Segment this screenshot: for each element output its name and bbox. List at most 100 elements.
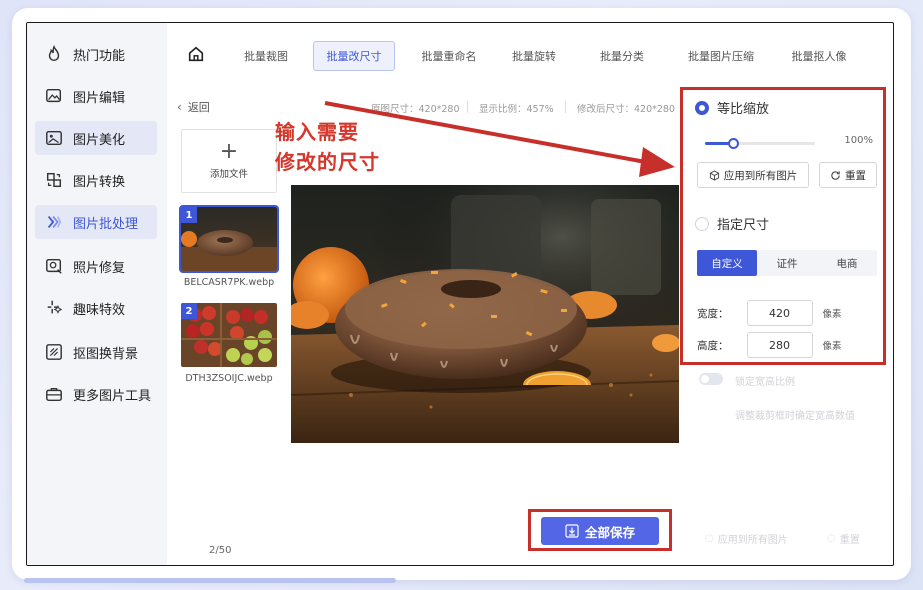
tab-batch-rotate[interactable]: 批量旋转	[503, 41, 565, 71]
tab-batch-resize[interactable]: 批量改尺寸	[313, 41, 395, 71]
thumbnail-number: 2	[181, 303, 197, 319]
sidebar-item-label: 抠图换背景	[73, 346, 139, 362]
tab-batch-rename[interactable]: 批量重命名	[411, 41, 487, 71]
cube-icon	[709, 169, 719, 181]
sidebar-item-cutout[interactable]: 抠图换背景	[35, 335, 157, 369]
plus-icon: +	[219, 139, 239, 164]
width-unit: 像素	[822, 309, 842, 320]
circle-icon: ◌	[705, 533, 714, 544]
modified-size: 修改后尺寸：420*280	[577, 104, 676, 115]
annotation-line-1: 输入需要	[275, 120, 359, 144]
sidebar-item-label: 更多图片工具	[73, 388, 152, 404]
crop-hint: 调整裁剪框时确定宽高数值	[735, 411, 855, 422]
radio-unchecked-icon	[695, 216, 709, 231]
tab-batch-classify[interactable]: 批量分类	[591, 41, 653, 71]
original-size: 原图尺寸：420*280	[371, 104, 460, 115]
refresh-icon: ◌	[827, 533, 836, 544]
scale-slider[interactable]	[705, 138, 815, 149]
width-input[interactable]: 420	[746, 300, 813, 326]
sidebar-item-label: 趣味特效	[73, 302, 126, 318]
apply-all-disabled-button[interactable]: ◌ 应用到所有图片	[705, 531, 788, 546]
image-preview	[291, 185, 679, 443]
donut-preview-image	[291, 185, 679, 443]
display-ratio: 显示比例：457%	[479, 104, 554, 115]
reset-disabled-label: 重置	[839, 535, 860, 546]
batch-process-icon	[45, 213, 63, 231]
sparkle-icon	[45, 299, 63, 317]
top-nav: 批量裁图 批量改尺寸 批量重命名 批量旋转 批量分类 批量图片压缩 批量抠人像	[177, 37, 887, 73]
fixed-size-option[interactable]: 指定尺寸	[695, 214, 769, 233]
chevron-left-icon: ‹	[177, 100, 182, 114]
tab-batch-portrait-cutout[interactable]: 批量抠人像	[781, 41, 857, 71]
sidebar-item-label: 图片转换	[73, 174, 126, 190]
lock-ratio-label: 锁定宽高比例	[735, 377, 795, 388]
page-count: 2/50	[209, 545, 232, 556]
tab-batch-crop[interactable]: 批量裁图	[235, 41, 297, 71]
tab-batch-compress[interactable]: 批量图片压缩	[677, 41, 765, 71]
download-icon	[565, 524, 579, 538]
file-name: BELCASR7PK.webp	[183, 277, 275, 288]
sidebar-item-label: 图片批处理	[73, 216, 139, 232]
proportional-scale-option[interactable]: 等比缩放	[695, 98, 769, 117]
sidebar-item-fun-effects[interactable]: 趣味特效	[35, 291, 157, 325]
apply-all-disabled-label: 应用到所有图片	[717, 535, 788, 546]
proportional-scale-label: 等比缩放	[717, 102, 770, 117]
height-label: 高度：	[697, 339, 729, 352]
toolbox-icon	[45, 385, 63, 403]
file-thumbnail-2[interactable]: 2	[181, 303, 277, 367]
sidebar-item-label: 图片编辑	[73, 90, 126, 106]
home-button[interactable]	[185, 43, 207, 65]
annotation-line-2: 修改的尺寸	[275, 150, 380, 174]
scroll-indicator	[24, 578, 396, 583]
back-button[interactable]: ‹ 返回	[177, 99, 210, 115]
divider	[467, 101, 468, 113]
reset-button[interactable]: 重置	[819, 162, 877, 188]
sidebar-item-batch-process[interactable]: 图片批处理	[35, 205, 157, 239]
save-highlight: 全部保存	[528, 509, 672, 551]
annotation-text: 输入需要 修改的尺寸	[275, 117, 380, 177]
back-label: 返回	[187, 101, 210, 114]
sidebar-item-label: 照片修复	[73, 260, 126, 276]
sidebar-item-label: 图片美化	[73, 132, 126, 148]
radio-checked-icon	[695, 100, 709, 115]
image-edit-icon	[45, 87, 63, 105]
add-file-label: 添加文件	[209, 169, 248, 180]
save-all-button[interactable]: 全部保存	[541, 517, 659, 545]
reset-disabled-button[interactable]: ◌ 重置	[827, 531, 860, 546]
apply-all-button[interactable]: 应用到所有图片	[697, 162, 809, 188]
fixed-size-label: 指定尺寸	[717, 218, 770, 233]
scale-percent: 100%	[844, 135, 873, 146]
scale-slider-handle[interactable]	[727, 138, 739, 149]
width-label: 宽度：	[697, 307, 729, 320]
add-file-button[interactable]: + 添加文件	[181, 129, 277, 193]
sidebar-item-photo-repair[interactable]: 照片修复	[35, 249, 157, 283]
cutout-icon	[45, 343, 63, 361]
sidebar-item-image-edit[interactable]: 图片编辑	[35, 79, 157, 113]
width-row: 宽度： 420 像素	[697, 300, 842, 326]
sidebar-item-image-beautify[interactable]: 图片美化	[35, 121, 157, 155]
thumbnail-number: 1	[181, 207, 197, 223]
image-beautify-icon	[45, 129, 63, 147]
resize-settings-panel: 等比缩放 100% 应用到所有图片 重置 指定尺寸 自定义 证件 电商 宽度： …	[680, 87, 886, 365]
sidebar: 热门功能 图片编辑 图片美化 图片转换 图片批处理 照片修复 趣味特效 抠图换背…	[27, 23, 167, 565]
photo-repair-icon	[45, 257, 63, 275]
sidebar-item-image-convert[interactable]: 图片转换	[35, 163, 157, 197]
apply-all-label: 应用到所有图片	[723, 169, 798, 182]
sidebar-item-more-tools[interactable]: 更多图片工具	[35, 377, 157, 411]
flame-icon	[45, 45, 63, 63]
image-convert-icon	[45, 171, 63, 189]
divider	[565, 101, 566, 113]
height-input[interactable]: 280	[746, 332, 813, 358]
tab-id-photo[interactable]: 证件	[757, 250, 817, 276]
sidebar-item-label: 热门功能	[73, 48, 126, 64]
app-window: 热门功能 图片编辑 图片美化 图片转换 图片批处理 照片修复 趣味特效 抠图换背…	[26, 22, 894, 566]
file-name: DTH3ZSOIJC.webp	[185, 373, 273, 384]
lock-ratio-toggle[interactable]	[699, 373, 723, 385]
height-row: 高度： 280 像素	[697, 332, 842, 358]
tab-custom[interactable]: 自定义	[697, 250, 757, 276]
reset-label: 重置	[845, 169, 866, 182]
file-thumbnail-1[interactable]: 1	[179, 205, 279, 273]
home-icon	[188, 46, 204, 62]
sidebar-item-hot[interactable]: 热门功能	[35, 37, 157, 71]
tab-ecommerce[interactable]: 电商	[817, 250, 877, 276]
